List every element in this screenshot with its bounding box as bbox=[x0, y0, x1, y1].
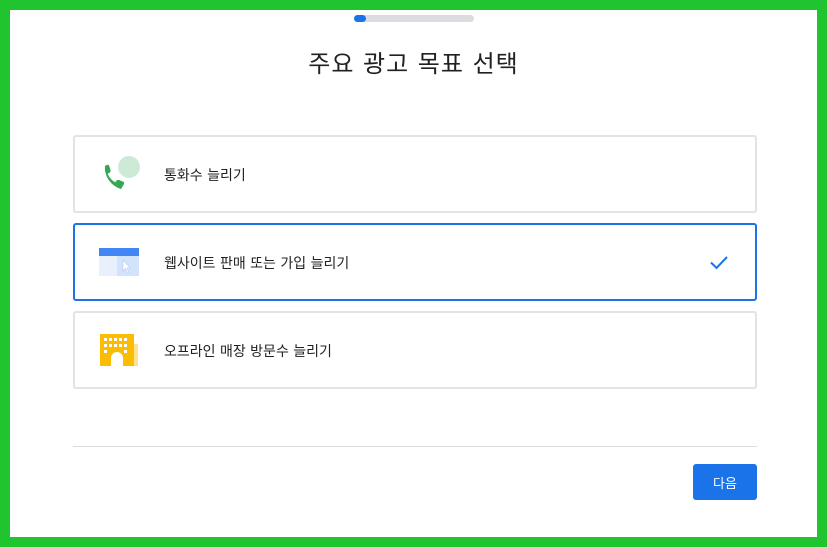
option-label: 웹사이트 판매 또는 가입 늘리기 bbox=[164, 256, 350, 272]
goal-selection-panel: 주요 광고 목표 선택 통화수 늘리기 웹사이트 판매 또는 가입 늘리기 오프… bbox=[10, 10, 817, 537]
option-increase-store-visits[interactable]: 오프라인 매장 방문수 늘리기 bbox=[73, 311, 757, 389]
store-building-icon bbox=[97, 330, 141, 370]
footer-divider bbox=[73, 446, 757, 447]
option-label: 오프라인 매장 방문수 늘리기 bbox=[164, 344, 332, 360]
website-browser-icon bbox=[97, 242, 141, 282]
checkmark-icon bbox=[709, 252, 729, 272]
phone-call-icon bbox=[97, 154, 141, 194]
option-label: 통화수 늘리기 bbox=[164, 168, 246, 184]
next-button[interactable]: 다음 bbox=[693, 464, 757, 500]
progress-bar bbox=[354, 15, 474, 22]
progress-bar-fill bbox=[354, 15, 366, 22]
option-increase-calls[interactable]: 통화수 늘리기 bbox=[73, 135, 757, 213]
option-increase-website-sales[interactable]: 웹사이트 판매 또는 가입 늘리기 bbox=[73, 223, 757, 301]
window-frame: 주요 광고 목표 선택 통화수 늘리기 웹사이트 판매 또는 가입 늘리기 오프… bbox=[0, 0, 827, 547]
page-title: 주요 광고 목표 선택 bbox=[308, 50, 519, 78]
